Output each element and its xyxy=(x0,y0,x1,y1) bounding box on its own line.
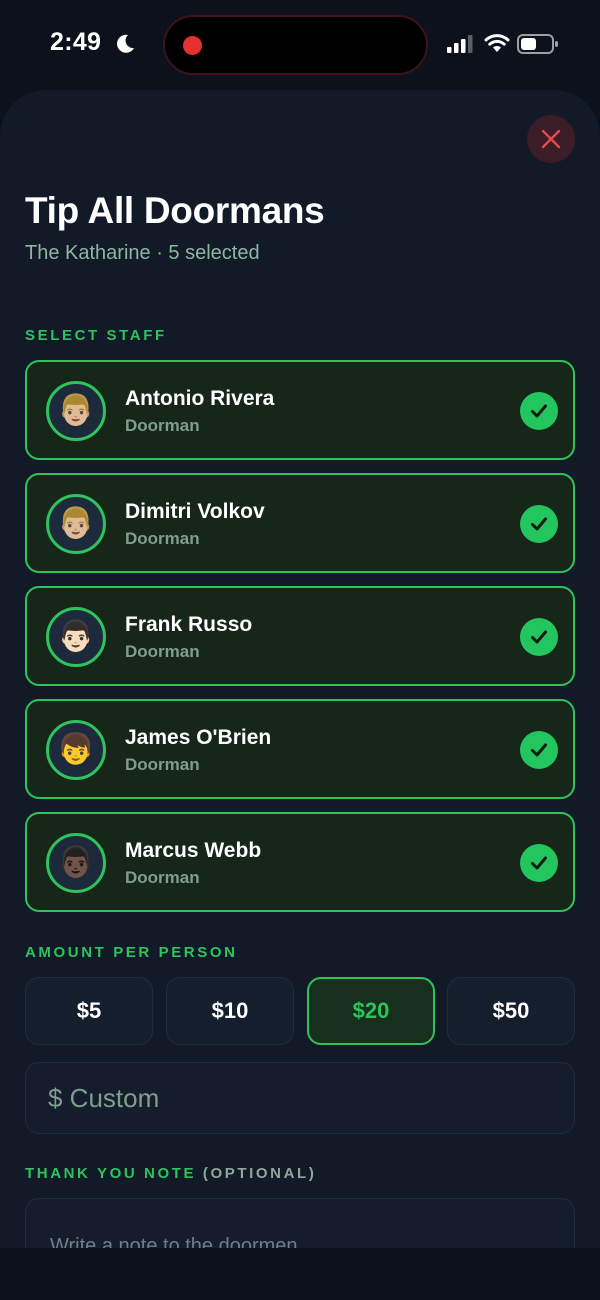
avatar-emoji: 👨🏼 xyxy=(57,394,95,427)
page-subtitle: The Katharine · 5 selected xyxy=(25,242,260,264)
note-optional-text: (OPTIONAL) xyxy=(202,1165,317,1182)
amount-option-50[interactable]: $50 xyxy=(447,977,575,1045)
staff-card[interactable]: 👨🏼 Antonio Rivera Doorman xyxy=(25,360,575,460)
amount-per-person-label: AMOUNT PER PERSON xyxy=(25,944,238,961)
checkmark-icon[interactable] xyxy=(520,844,558,882)
avatar-emoji: 👨🏼 xyxy=(57,507,95,540)
status-bar: 2:49 xyxy=(0,0,600,90)
staff-role: Doorman xyxy=(125,755,200,774)
staff-card[interactable]: 👦 James O'Brien Doorman xyxy=(25,699,575,799)
staff-role: Doorman xyxy=(125,868,200,887)
thank-you-note-input[interactable] xyxy=(26,1199,574,1248)
avatar: 👨🏻 xyxy=(46,607,106,667)
amount-option-5[interactable]: $5 xyxy=(25,977,153,1045)
avatar: 👨🏿 xyxy=(46,833,106,893)
avatar: 👨🏼 xyxy=(46,381,106,441)
avatar-emoji: 👦 xyxy=(57,733,95,766)
dynamic-island xyxy=(163,15,428,75)
avatar-emoji: 👨🏿 xyxy=(57,846,95,879)
staff-card[interactable]: 👨🏼 Dimitri Volkov Doorman xyxy=(25,473,575,573)
close-icon xyxy=(541,129,561,149)
staff-list: 👨🏼 Antonio Rivera Doorman 👨🏼 Dimitri Vol… xyxy=(25,360,575,925)
cellular-signal-icon xyxy=(447,35,473,58)
staff-role: Doorman xyxy=(125,642,200,661)
close-button[interactable] xyxy=(527,115,575,163)
amount-options: $5 $10 $20 $50 xyxy=(25,977,575,1045)
staff-name: Frank Russo xyxy=(125,613,253,636)
tip-sheet: Tip All Doormans The Katharine · 5 selec… xyxy=(0,90,600,1248)
staff-name: James O'Brien xyxy=(125,726,272,749)
recording-indicator xyxy=(183,36,202,55)
avatar-emoji: 👨🏻 xyxy=(57,620,95,653)
staff-name: Dimitri Volkov xyxy=(125,500,265,523)
bottom-strip xyxy=(0,1248,600,1300)
custom-amount-input[interactable] xyxy=(26,1063,574,1133)
avatar: 👨🏼 xyxy=(46,494,106,554)
custom-amount-field xyxy=(25,1062,575,1134)
checkmark-icon[interactable] xyxy=(520,505,558,543)
staff-name: Antonio Rivera xyxy=(125,387,275,410)
staff-role: Doorman xyxy=(125,529,200,548)
avatar: 👦 xyxy=(46,720,106,780)
moon-icon xyxy=(114,33,136,60)
thank-you-note-field xyxy=(25,1198,575,1248)
battery-icon xyxy=(517,34,559,59)
thank-you-note-label: THANK YOU NOTE (OPTIONAL) xyxy=(25,1165,316,1182)
amount-option-10[interactable]: $10 xyxy=(166,977,294,1045)
wifi-icon xyxy=(484,33,510,58)
checkmark-icon[interactable] xyxy=(520,618,558,656)
amount-option-20[interactable]: $20 xyxy=(307,977,435,1045)
status-time: 2:49 xyxy=(50,28,102,56)
staff-role: Doorman xyxy=(125,416,200,435)
page-title: Tip All Doormans xyxy=(25,190,325,231)
select-staff-label: SELECT STAFF xyxy=(25,327,167,344)
staff-card[interactable]: 👨🏿 Marcus Webb Doorman xyxy=(25,812,575,912)
staff-name: Marcus Webb xyxy=(125,839,262,862)
note-label-text: THANK YOU NOTE xyxy=(25,1165,197,1182)
checkmark-icon[interactable] xyxy=(520,731,558,769)
staff-card[interactable]: 👨🏻 Frank Russo Doorman xyxy=(25,586,575,686)
checkmark-icon[interactable] xyxy=(520,392,558,430)
